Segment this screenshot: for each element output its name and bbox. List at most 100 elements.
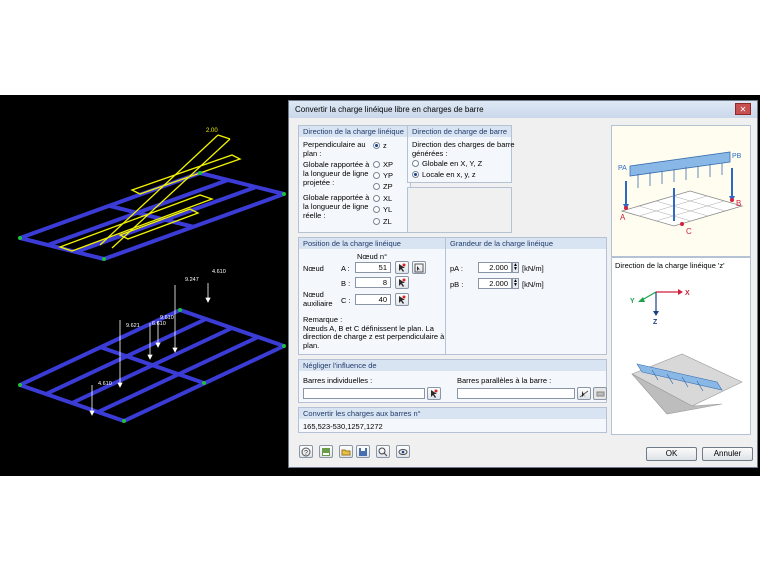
- clear-parallel-bars-button[interactable]: [593, 387, 607, 400]
- aux-node-label: Nœud auxiliaire: [303, 290, 333, 308]
- node-a-input[interactable]: 51: [355, 262, 391, 273]
- radio-zl-label: ZL: [383, 217, 392, 226]
- viewport-load-label: 9.621: [126, 323, 140, 329]
- dialog-titlebar[interactable]: Convertir la charge linéique libre en ch…: [289, 101, 757, 118]
- radio-xp-label: XP: [383, 160, 394, 169]
- convert-load-dialog: Convertir la charge linéique libre en ch…: [288, 100, 758, 468]
- bar-direction-group: Direction de charge de barre Direction d…: [407, 125, 515, 183]
- bar-direction-label: Direction des charges de barre générées …: [412, 140, 515, 158]
- select-node-icon: [414, 263, 424, 273]
- node-b-label: B :: [341, 279, 351, 288]
- convert-bars-header: Convertir les charges aux barres n°: [299, 408, 606, 419]
- pick-cursor-icon: [399, 263, 406, 272]
- radio-global-xyz[interactable]: [412, 160, 419, 167]
- dialog-title: Convertir la charge linéique libre en ch…: [295, 105, 484, 114]
- pb-input[interactable]: 2.000: [478, 278, 512, 289]
- remark-text: Remarque : Nœuds A, B et C définissent l…: [303, 315, 454, 350]
- pick-individual-bars-button[interactable]: [427, 387, 441, 400]
- axis-diagram: X Y Z: [630, 289, 743, 415]
- pick-node-a-alt-button[interactable]: [412, 261, 426, 274]
- diagram-pb-label: PB: [732, 153, 742, 160]
- neglect-header: Négliger l'influence de: [299, 360, 606, 371]
- perpendicular-label: Perpendiculaire au plan :: [303, 140, 366, 158]
- position-header: Position de la charge linéique: [299, 238, 445, 249]
- radio-global-xyz-label: Globale en X, Y, Z: [422, 159, 483, 168]
- individual-bars-label: Barres individuelles :: [303, 376, 373, 385]
- diagram-b-label: B: [736, 199, 741, 208]
- direction-header: Direction de la charge linéique: [299, 126, 410, 137]
- pa-unit: [kN/m]: [522, 264, 544, 273]
- open-button[interactable]: [339, 445, 353, 458]
- parallel-bars-input[interactable]: [457, 388, 575, 399]
- individual-bars-input[interactable]: [303, 388, 425, 399]
- position-group: Position de la charge linéique Nœud n° N…: [298, 237, 454, 355]
- units-icon: [322, 448, 330, 456]
- pick-bar-icon: [579, 390, 589, 398]
- pick-node-b-button[interactable]: [395, 276, 409, 289]
- projected-label: Globale rapportée à la longueur de ligne…: [303, 160, 370, 187]
- ok-button[interactable]: OK: [646, 447, 697, 461]
- radio-zp[interactable]: [373, 183, 380, 190]
- radio-zp-label: ZP: [383, 182, 393, 191]
- preview-button[interactable]: [396, 445, 410, 458]
- diagram-c-label: C: [686, 227, 692, 236]
- radio-yl[interactable]: [373, 206, 380, 213]
- parallel-bars-label: Barres parallèles à la barre :: [457, 376, 552, 385]
- radio-yp[interactable]: [373, 172, 380, 179]
- pick-cursor-icon: [399, 295, 406, 304]
- pick-node-c-button[interactable]: [395, 293, 409, 306]
- direction-group: Direction de la charge linéique Perpendi…: [298, 125, 411, 233]
- viewport-load-label: 4.610: [98, 381, 112, 387]
- axis-z-label: Z: [653, 319, 658, 326]
- empty-group: [407, 187, 512, 233]
- eye-icon: [398, 449, 408, 455]
- node-c-input[interactable]: 40: [355, 294, 391, 305]
- folder-icon: [341, 449, 351, 456]
- radio-yl-label: YL: [383, 205, 393, 214]
- radio-local-xyz[interactable]: [412, 171, 419, 178]
- node-a-label: A :: [341, 264, 350, 273]
- magnitude-header: Grandeur de la charge linéique: [446, 238, 606, 249]
- eraser-icon: [596, 391, 605, 397]
- radio-xp[interactable]: [373, 161, 380, 168]
- radio-yp-label: YP: [383, 171, 394, 180]
- pa-input[interactable]: 2.000: [478, 262, 512, 273]
- save-button[interactable]: [356, 445, 370, 458]
- radio-local-xyz-label: Locale en x, y, z: [422, 170, 476, 179]
- pick-node-a-button[interactable]: [395, 261, 409, 274]
- node-c-label: C :: [341, 296, 351, 305]
- real-length-label: Globale rapportée à la longueur de ligne…: [303, 193, 370, 220]
- pb-unit: [kN/m]: [522, 280, 544, 289]
- help-button[interactable]: ?: [299, 445, 313, 458]
- view-button[interactable]: [376, 445, 390, 458]
- bar-direction-header: Direction de charge de barre: [408, 126, 511, 137]
- axis-y-label: Y: [630, 298, 635, 305]
- pick-parallel-bars-button[interactable]: [577, 387, 591, 400]
- radio-xl[interactable]: [373, 195, 380, 202]
- neglect-group: Négliger l'influence de Barres individue…: [298, 359, 607, 403]
- diagram-pa-label: PA: [618, 165, 627, 172]
- units-button[interactable]: [319, 445, 333, 458]
- node-b-input[interactable]: 8: [355, 277, 391, 288]
- pick-cursor-icon: [431, 389, 438, 398]
- radio-xl-label: XL: [383, 194, 393, 203]
- cancel-button[interactable]: Annuler: [702, 447, 753, 461]
- magnitude-group: Grandeur de la charge linéique pA : 2.00…: [445, 237, 607, 355]
- close-button[interactable]: ✕: [735, 103, 751, 115]
- save-icon: [359, 448, 367, 456]
- pb-label: pB :: [450, 280, 464, 289]
- radio-zl[interactable]: [373, 218, 380, 225]
- radio-z[interactable]: [373, 142, 380, 149]
- help-icon: ?: [301, 447, 311, 457]
- pa-label: pA :: [450, 264, 463, 273]
- pa-spinner[interactable]: ▲ ▼: [512, 262, 519, 273]
- convert-bars-value[interactable]: 165,523-530,1257,1272: [303, 422, 383, 431]
- pick-cursor-icon: [399, 278, 406, 287]
- pb-spinner[interactable]: ▲ ▼: [512, 278, 519, 289]
- svg-text:?: ?: [304, 450, 308, 457]
- axis-x-label: X: [685, 290, 690, 297]
- diagram-a-label: A: [620, 213, 626, 222]
- viewport-load-label: 4.610: [212, 269, 226, 275]
- viewport-load-label: 6.610: [152, 321, 166, 327]
- diagram-top: A B C PA PB: [611, 125, 751, 257]
